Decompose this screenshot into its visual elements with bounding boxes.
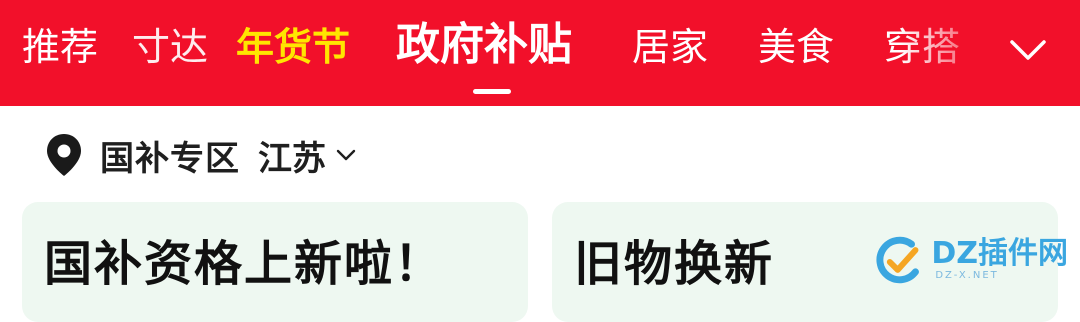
tab-outfit[interactable]: 穿搭 bbox=[884, 22, 960, 72]
location-pin-icon bbox=[47, 134, 81, 176]
expand-tabs-button[interactable] bbox=[1000, 24, 1056, 76]
tab-recommend[interactable]: 推荐 bbox=[22, 22, 98, 72]
watermark-subtext: DZ-X.NET bbox=[935, 270, 999, 281]
subsidy-qualification-card[interactable]: 国补资格上新啦！ bbox=[22, 202, 528, 322]
tab-new-year-festival[interactable]: 年货节 bbox=[236, 22, 350, 72]
region-title: 国补专区 bbox=[100, 138, 240, 179]
region-value: 江苏 bbox=[258, 138, 326, 179]
tab-home[interactable]: 居家 bbox=[632, 22, 708, 72]
region-row: 国补专区 江苏 bbox=[44, 128, 358, 182]
card-title: 旧物换新 bbox=[574, 236, 775, 292]
tab-food[interactable]: 美食 bbox=[758, 22, 834, 72]
watermark-logo-icon bbox=[876, 236, 919, 284]
top-tab-bar: 推荐 寸达 年货节 政府补贴 居家 美食 穿搭 bbox=[0, 0, 1080, 106]
active-tab-indicator bbox=[473, 89, 511, 94]
card-title: 国补资格上新啦！ bbox=[44, 236, 445, 292]
watermark: DZ插件网 DZ-X.NET bbox=[872, 232, 1068, 288]
watermark-text: DZ插件网 bbox=[931, 236, 1068, 271]
chevron-down-icon bbox=[1010, 40, 1046, 60]
tab-government-subsidy[interactable]: 政府补贴 bbox=[396, 20, 572, 70]
tab-cunda[interactable]: 寸达 bbox=[132, 22, 208, 72]
region-selector[interactable]: 江苏 bbox=[258, 131, 358, 180]
chevron-down-icon bbox=[336, 149, 356, 161]
